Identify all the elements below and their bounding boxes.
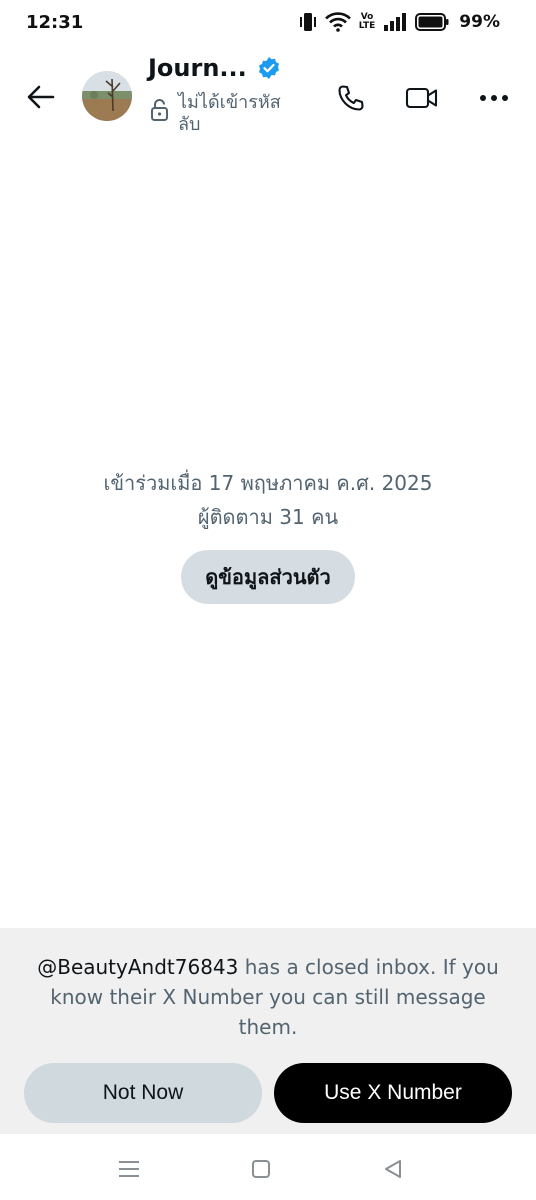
use-x-number-button[interactable]: Use X Number <box>274 1063 512 1123</box>
joined-date: เข้าร่วมเมื่อ 17 พฤษภาคม ค.ศ. 2025 <box>103 471 433 495</box>
not-now-button[interactable]: Not Now <box>24 1063 262 1123</box>
video-call-button[interactable] <box>402 78 442 118</box>
system-nav-bar <box>0 1134 536 1200</box>
battery-percent: 99% <box>459 12 500 32</box>
volte-bottom: LTE <box>358 21 376 31</box>
phone-icon <box>338 85 364 111</box>
battery-icon <box>415 13 449 31</box>
more-icon <box>480 95 508 101</box>
back-arrow-icon <box>27 85 55 109</box>
encryption-status: ไม่ได้เข้ารหัสลับ <box>150 92 298 136</box>
profile-summary: เข้าร่วมเมื่อ 17 พฤษภาคม ค.ศ. 2025 ผู้ติ… <box>0 466 536 604</box>
unlock-icon <box>151 99 168 121</box>
conversation-title[interactable]: Journ... <box>148 54 247 82</box>
signal-icon <box>383 12 407 32</box>
home-button[interactable] <box>246 1154 276 1184</box>
vibrate-icon <box>299 11 317 33</box>
back-button[interactable] <box>22 78 60 116</box>
title-row: Journ... <box>148 54 281 82</box>
recent-apps-button[interactable] <box>114 1154 144 1184</box>
avatar[interactable] <box>82 71 132 121</box>
volte-icon: Vo LTE <box>359 13 376 31</box>
home-icon <box>252 1160 270 1178</box>
video-camera-icon <box>405 87 438 109</box>
closed-inbox-message: @BeautyAndt76843 has a closed inbox. If … <box>20 952 516 1042</box>
verified-badge-icon <box>258 57 279 79</box>
back-icon <box>385 1160 401 1178</box>
recent-apps-icon <box>119 1161 139 1177</box>
status-icons: Vo LTE 99% <box>299 11 500 33</box>
recipient-handle[interactable]: @BeautyAndt76843 <box>37 955 238 979</box>
status-bar: 12:31 Vo LTE 99% <box>0 0 536 46</box>
view-profile-button[interactable]: ดูข้อมูลส่วนตัว <box>181 550 355 604</box>
status-time: 12:31 <box>26 12 84 33</box>
wifi-icon <box>324 12 351 32</box>
call-button[interactable] <box>331 78 371 118</box>
conversation-header: Journ... ไม่ได้เข้ารหัสลับ <box>0 46 536 146</box>
encryption-status-text: ไม่ได้เข้ารหัสลับ <box>178 92 281 135</box>
more-button[interactable] <box>474 78 514 118</box>
system-back-button[interactable] <box>378 1154 408 1184</box>
closed-inbox-panel: @BeautyAndt76843 has a closed inbox. If … <box>0 928 536 1134</box>
follower-count: ผู้ติดตาม 31 คน <box>197 505 339 529</box>
